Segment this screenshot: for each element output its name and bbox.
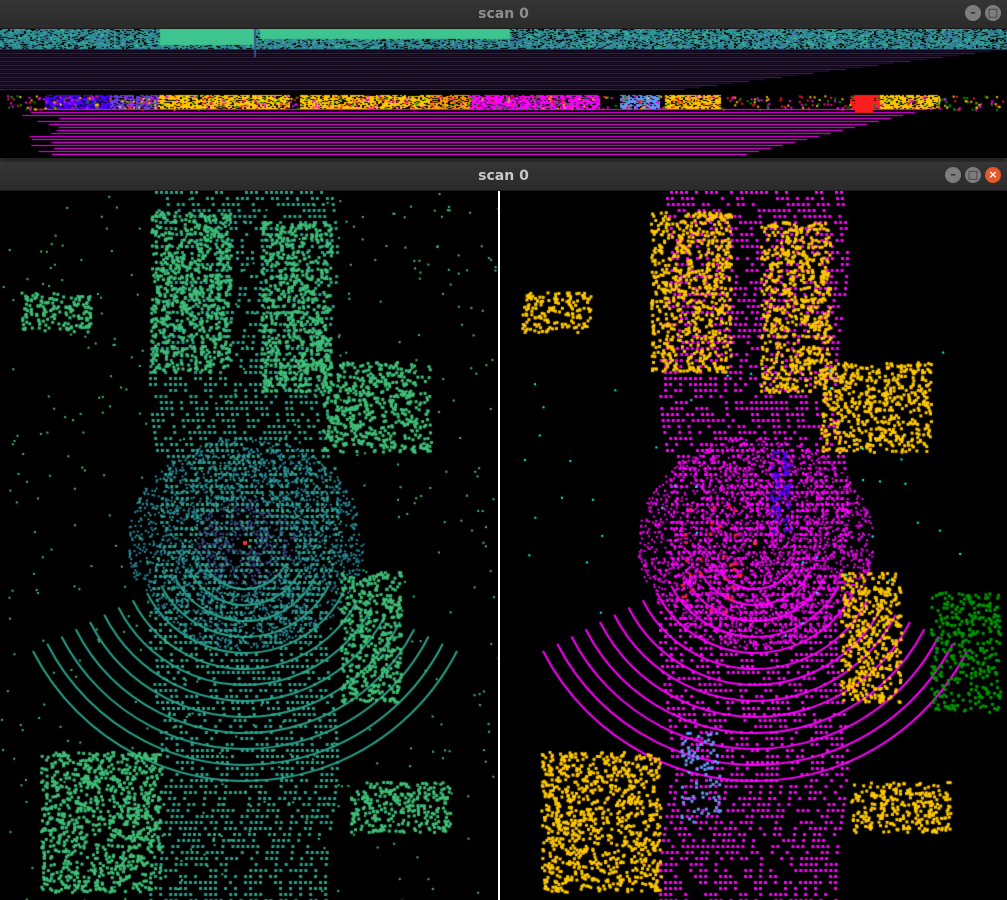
minimize-icon[interactable]: – — [945, 167, 961, 183]
bev-window-controls: – □ × — [945, 167, 1001, 183]
close-icon[interactable]: × — [985, 167, 1001, 183]
bev-window-title: scan 0 — [478, 168, 529, 184]
bev-view-area — [0, 191, 1007, 900]
range-window-controls: – □ — [965, 5, 1001, 21]
range-image-area — [0, 29, 1007, 158]
maximize-icon[interactable]: □ — [985, 5, 1001, 21]
range-window-titlebar[interactable]: scan 0 – □ — [0, 0, 1007, 29]
maximize-icon[interactable]: □ — [965, 167, 981, 183]
range-label-image — [0, 93, 1007, 155]
range-image-window: scan 0 – □ — [0, 0, 1007, 158]
bev-label-view — [500, 191, 1007, 900]
bev-window: scan 0 – □ × — [0, 162, 1007, 900]
range-depth-image — [0, 29, 1007, 91]
minimize-icon[interactable]: – — [965, 5, 981, 21]
bev-window-titlebar[interactable]: scan 0 – □ × — [0, 162, 1007, 191]
range-window-title: scan 0 — [478, 6, 529, 22]
bev-depth-view — [0, 191, 498, 900]
